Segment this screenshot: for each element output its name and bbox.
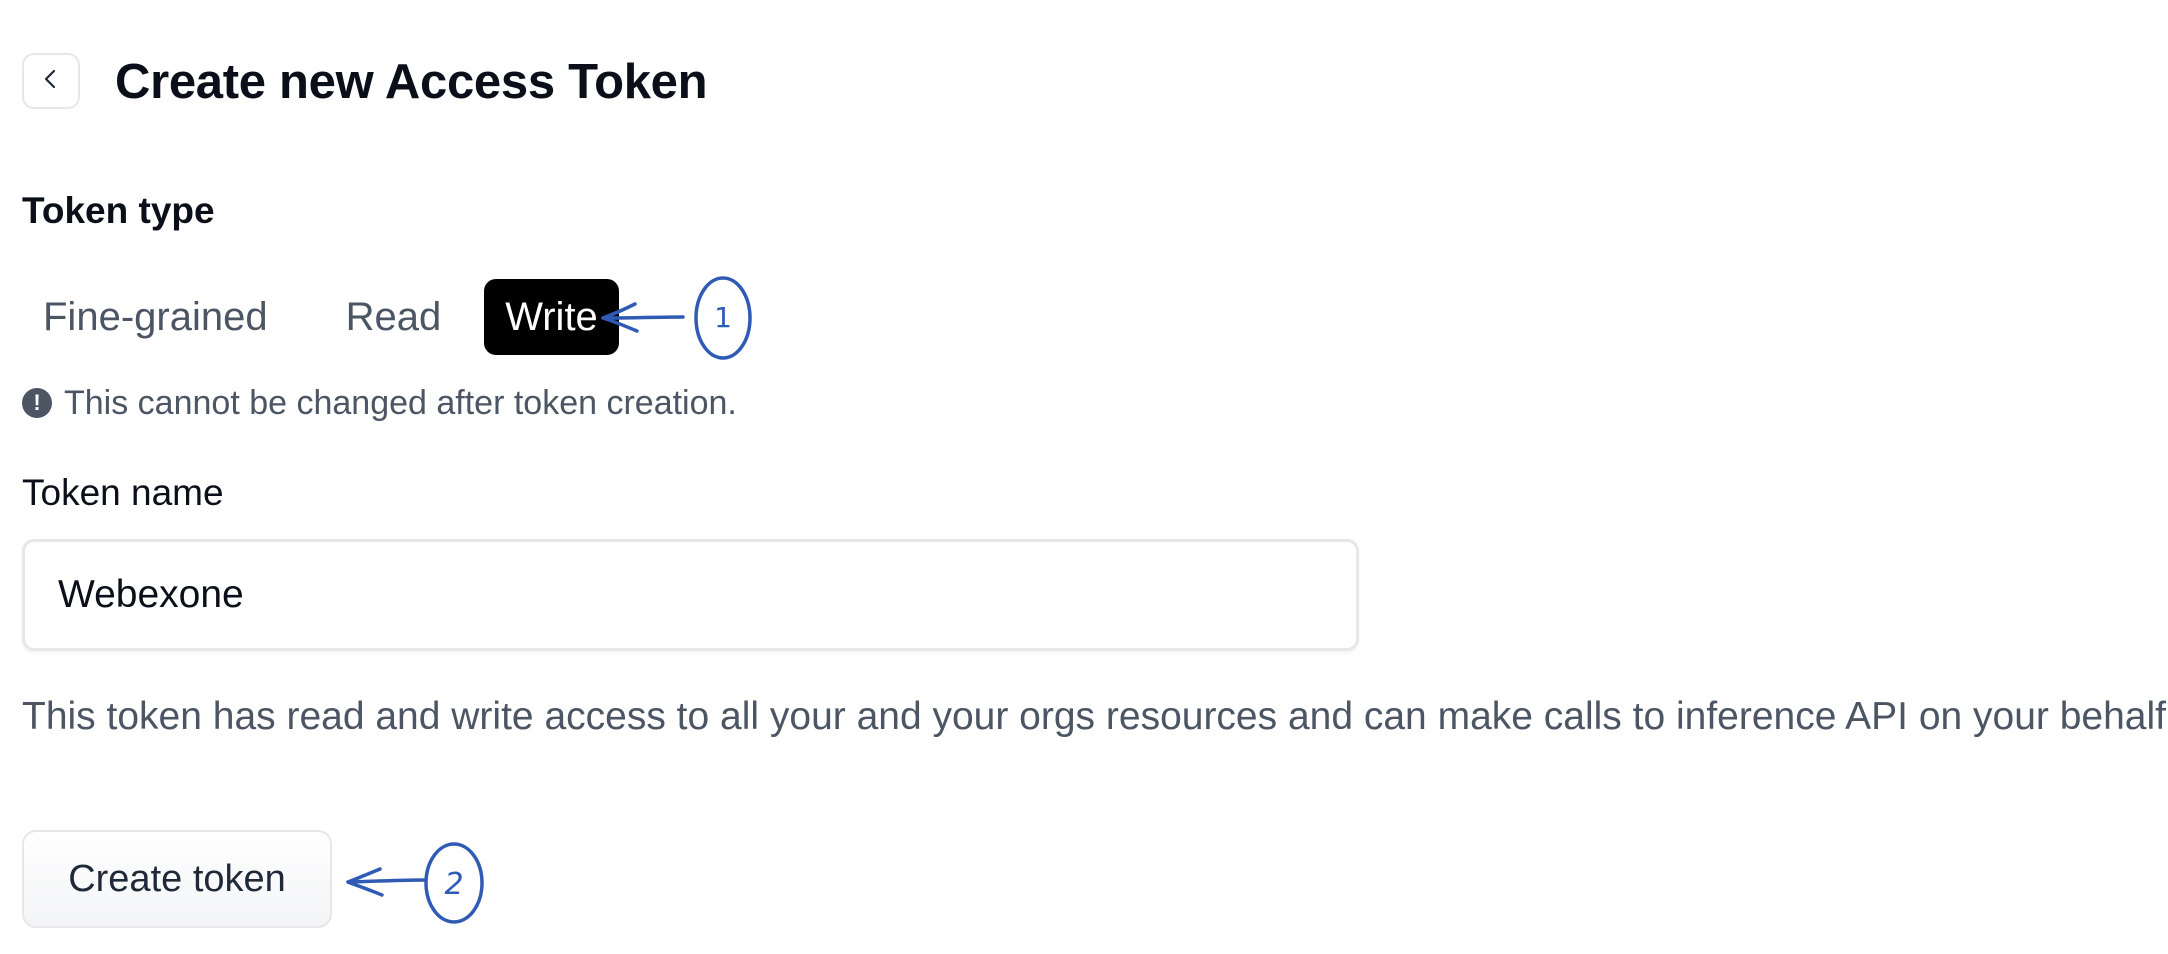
annotation-marker-1: 1 [601, 276, 752, 360]
tab-fine-grained[interactable]: Fine-grained [22, 279, 289, 355]
exclamation-circle-icon: ! [22, 388, 52, 418]
tab-write[interactable]: Write [484, 279, 619, 355]
chevron-left-icon [41, 67, 61, 96]
notice-text: This cannot be changed after token creat… [64, 383, 737, 422]
token-type-label: Token type [22, 190, 215, 231]
token-name-label: Token name [22, 472, 224, 513]
token-permission-description: This token has read and write access to … [22, 695, 2168, 738]
annotation-2-label: 2 [444, 867, 463, 902]
back-button[interactable] [22, 53, 80, 109]
token-name-input[interactable] [22, 539, 1359, 651]
token-type-notice: ! This cannot be changed after token cre… [22, 381, 737, 425]
annotation-1-label: 1 [714, 301, 732, 334]
token-type-selector: Fine-grained Read Write [22, 279, 619, 355]
page-title: Create new Access Token [115, 55, 708, 109]
tab-read[interactable]: Read [325, 279, 463, 355]
annotation-marker-2: 2 [346, 842, 484, 924]
create-token-button[interactable]: Create token [22, 830, 332, 928]
